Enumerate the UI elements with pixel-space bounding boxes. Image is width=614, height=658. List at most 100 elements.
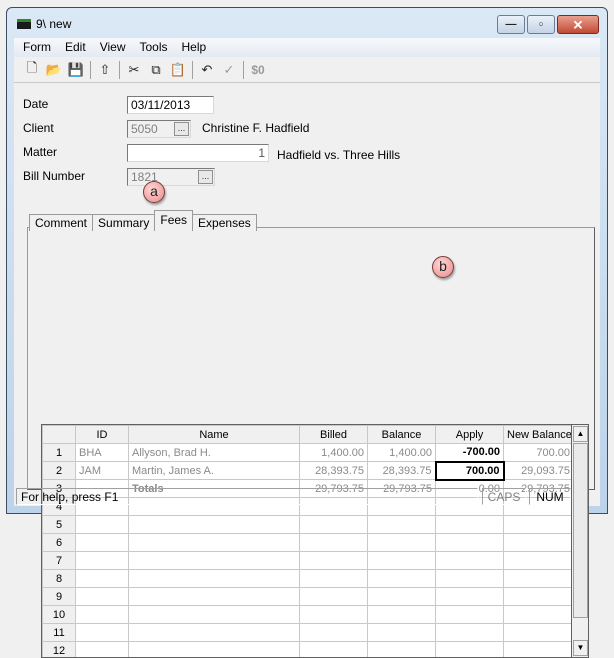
- up-folder-icon[interactable]: ⇧: [94, 59, 116, 81]
- cell-name[interactable]: [129, 516, 300, 534]
- cell-apply[interactable]: [436, 588, 504, 606]
- cell-billed[interactable]: [300, 624, 368, 642]
- client-lookup-button[interactable]: ...: [174, 122, 189, 136]
- open-folder-icon[interactable]: 📂: [43, 59, 65, 81]
- cell-apply[interactable]: [436, 642, 504, 658]
- close-button[interactable]: ✕: [557, 15, 599, 34]
- cell-balance[interactable]: 28,393.75: [368, 462, 436, 480]
- table-row[interactable]: 12: [43, 642, 573, 658]
- cell-billed[interactable]: [300, 516, 368, 534]
- spell-check-icon[interactable]: ✓: [218, 59, 240, 81]
- cell-billed[interactable]: [300, 642, 368, 658]
- client-field[interactable]: 5050 ...: [127, 120, 191, 138]
- cell-balance[interactable]: [368, 516, 436, 534]
- cell-name[interactable]: Allyson, Brad H.: [129, 444, 300, 462]
- cell-apply[interactable]: [436, 516, 504, 534]
- cell-billed[interactable]: [300, 534, 368, 552]
- vertical-scrollbar[interactable]: ▲ ▼: [572, 424, 589, 658]
- cell-name[interactable]: [129, 570, 300, 588]
- cell-billed[interactable]: [300, 606, 368, 624]
- undo-icon[interactable]: ↶: [196, 59, 218, 81]
- cell-new-balance[interactable]: [504, 570, 573, 588]
- table-row[interactable]: 10: [43, 606, 573, 624]
- cell-id[interactable]: JAM: [76, 462, 129, 480]
- column-header-id[interactable]: ID: [76, 426, 129, 444]
- date-field[interactable]: 03/11/2013: [127, 96, 214, 114]
- cell-new-balance[interactable]: [504, 552, 573, 570]
- cell-id[interactable]: [76, 516, 129, 534]
- cell-apply-selected[interactable]: 700.00: [436, 462, 504, 480]
- maximize-button[interactable]: ▫: [527, 15, 555, 34]
- scrollbar-thumb[interactable]: [573, 443, 588, 618]
- cell-billed[interactable]: 1,400.00: [300, 444, 368, 462]
- cell-balance[interactable]: 1,400.00: [368, 444, 436, 462]
- table-row[interactable]: 1 BHA Allyson, Brad H. 1,400.00 1,400.00…: [43, 444, 573, 462]
- tab-comment[interactable]: Comment: [29, 214, 93, 231]
- row-number[interactable]: 8: [43, 570, 76, 588]
- copy-icon[interactable]: ⧉: [145, 59, 167, 81]
- cell-id[interactable]: [76, 552, 129, 570]
- cell-name[interactable]: [129, 606, 300, 624]
- cell-balance[interactable]: [368, 624, 436, 642]
- cell-new-balance[interactable]: [504, 588, 573, 606]
- tab-summary[interactable]: Summary: [92, 214, 155, 231]
- cell-id[interactable]: [76, 570, 129, 588]
- save-icon[interactable]: 💾: [65, 59, 87, 81]
- bill-lookup-button[interactable]: ...: [198, 170, 213, 184]
- table-row[interactable]: 5: [43, 516, 573, 534]
- cell-new-balance[interactable]: [504, 516, 573, 534]
- menu-help[interactable]: Help: [175, 38, 214, 57]
- cell-new-balance[interactable]: [504, 642, 573, 658]
- row-number[interactable]: 5: [43, 516, 76, 534]
- cell-id[interactable]: BHA: [76, 444, 129, 462]
- cell-apply[interactable]: [436, 624, 504, 642]
- cell-balance[interactable]: [368, 642, 436, 658]
- menu-form[interactable]: Form: [16, 38, 58, 57]
- cell-name[interactable]: [129, 624, 300, 642]
- cell-apply[interactable]: [436, 534, 504, 552]
- cell-new-balance[interactable]: [504, 534, 573, 552]
- column-header-new-balance[interactable]: New Balance: [504, 426, 573, 444]
- cell-balance[interactable]: [368, 534, 436, 552]
- cell-id[interactable]: [76, 534, 129, 552]
- menu-view[interactable]: View: [93, 38, 133, 57]
- menu-edit[interactable]: Edit: [58, 38, 93, 57]
- table-row[interactable]: 7: [43, 552, 573, 570]
- cell-balance[interactable]: [368, 552, 436, 570]
- table-row[interactable]: 9: [43, 588, 573, 606]
- cell-billed[interactable]: [300, 588, 368, 606]
- cell-apply[interactable]: [436, 606, 504, 624]
- column-header-balance[interactable]: Balance: [368, 426, 436, 444]
- row-number[interactable]: 1: [43, 444, 76, 462]
- column-header-name[interactable]: Name: [129, 426, 300, 444]
- table-row[interactable]: 2 JAM Martin, James A. 28,393.75 28,393.…: [43, 462, 573, 480]
- cell-apply[interactable]: [436, 552, 504, 570]
- cell-new-balance[interactable]: 29,093.75: [504, 462, 573, 480]
- cell-id[interactable]: [76, 606, 129, 624]
- bill-number-field[interactable]: 1821 ...: [127, 168, 215, 186]
- minimize-button[interactable]: —: [497, 15, 525, 34]
- scroll-down-arrow-icon[interactable]: ▼: [573, 640, 588, 656]
- column-header-billed[interactable]: Billed: [300, 426, 368, 444]
- row-number[interactable]: 11: [43, 624, 76, 642]
- column-header-apply[interactable]: Apply: [436, 426, 504, 444]
- paste-icon[interactable]: 📋: [167, 59, 189, 81]
- cell-id[interactable]: [76, 588, 129, 606]
- cell-name[interactable]: [129, 588, 300, 606]
- table-row[interactable]: 11: [43, 624, 573, 642]
- row-number[interactable]: 10: [43, 606, 76, 624]
- row-number[interactable]: 9: [43, 588, 76, 606]
- new-icon[interactable]: 🗋: [21, 59, 43, 81]
- cell-id[interactable]: [76, 642, 129, 658]
- cell-name[interactable]: [129, 642, 300, 658]
- row-number[interactable]: 2: [43, 462, 76, 480]
- cell-billed[interactable]: [300, 570, 368, 588]
- cell-name[interactable]: [129, 552, 300, 570]
- row-number[interactable]: 7: [43, 552, 76, 570]
- table-row[interactable]: 6: [43, 534, 573, 552]
- cell-new-balance[interactable]: [504, 606, 573, 624]
- matter-field[interactable]: 1: [127, 144, 269, 162]
- cell-apply[interactable]: [436, 570, 504, 588]
- cell-balance[interactable]: [368, 606, 436, 624]
- tab-fees[interactable]: Fees: [154, 210, 193, 231]
